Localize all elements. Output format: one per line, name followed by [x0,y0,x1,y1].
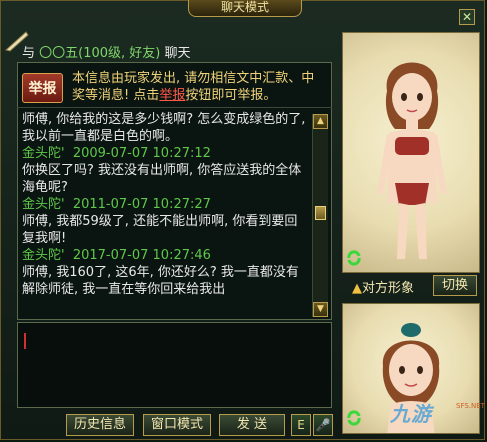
switch-button[interactable]: 切换 [433,275,477,296]
close-button[interactable]: ✕ [459,9,475,25]
message-time: 2011-07-07 10:27:27 [72,197,211,212]
message-input[interactable] [17,322,332,408]
message-time: 2009-07-07 10:27:12 [72,146,211,161]
chat-scrollbar[interactable]: ▲ ▼ [312,114,328,317]
report-notice: 本信息由玩家发出, 请勿相信文中汇款、中奖等消息! 点击举报按钮即可举报。 [72,70,316,104]
message-sender[interactable]: 金头陀' [22,146,65,161]
divider [17,107,332,108]
rotate-icon[interactable] [345,249,363,267]
scroll-down-icon[interactable]: ▼ [313,302,328,317]
up-arrow-icon: ▲ [352,281,362,296]
message-meta: 金头陀' 2011-07-07 10:27:27 [22,196,309,213]
header-prefix: 与 [22,46,36,61]
emote-button[interactable]: E [291,414,311,436]
history-button[interactable]: 历史信息 [66,414,134,436]
window-title: 聊天模式 [188,0,302,17]
message-sender[interactable]: 金头陀' [22,197,65,212]
partner-name[interactable]: 〇〇五(100级, 好友) [39,46,160,61]
text-caret [24,333,26,349]
voice-icon[interactable]: 🎤 [313,414,333,436]
message-text: 师傅, 你给我的这是多少钱啊? 怎么变成绿色的了, 我以前一直都是白色的啊。 [22,112,306,144]
message-text: 师傅, 我160了, 这6年, 你还好么? 我一直都没有解除师徒, 我一直在等你… [22,265,299,297]
rotate-icon[interactable] [345,409,363,427]
watermark-sub: SFS.NET [456,402,485,410]
notice-text-after: 按钮即可举报。 [185,88,277,103]
opponent-appearance-label: ▲对方形象 [352,277,414,296]
scroll-thumb[interactable] [315,206,326,220]
message-meta: 金头陀' 2009-07-07 10:27:12 [22,145,309,162]
opponent-portrait [342,32,480,273]
message-list: 师傅, 你给我的这是多少钱啊? 怎么变成绿色的了, 我以前一直都是白色的啊。 金… [22,111,309,316]
message-sender[interactable]: 金头陀' [22,248,65,263]
report-link[interactable]: 举报 [159,88,185,103]
header-suffix: 聊天 [164,46,191,61]
report-button[interactable]: 举报 [22,73,63,103]
scroll-up-icon[interactable]: ▲ [313,114,328,129]
send-button[interactable]: 发 送 [219,414,285,436]
opponent-label-text: 对方形象 [362,281,415,296]
message-time: 2017-07-07 10:27:46 [72,248,211,263]
window-mode-button[interactable]: 窗口模式 [143,414,211,436]
message-meta: 金头陀' 2017-07-07 10:27:46 [22,247,309,264]
character-full-body-icon [377,62,447,259]
chat-header: 与 〇〇五(100级, 好友) 聊天 [22,42,191,61]
message-text: 师傅, 我都59级了, 还能不能出师啊, 你看到要回复我啊! [22,214,298,246]
message-text: 你换区了吗? 我还没有出师啊, 你答应送我的全体海龟呢? [22,163,302,195]
